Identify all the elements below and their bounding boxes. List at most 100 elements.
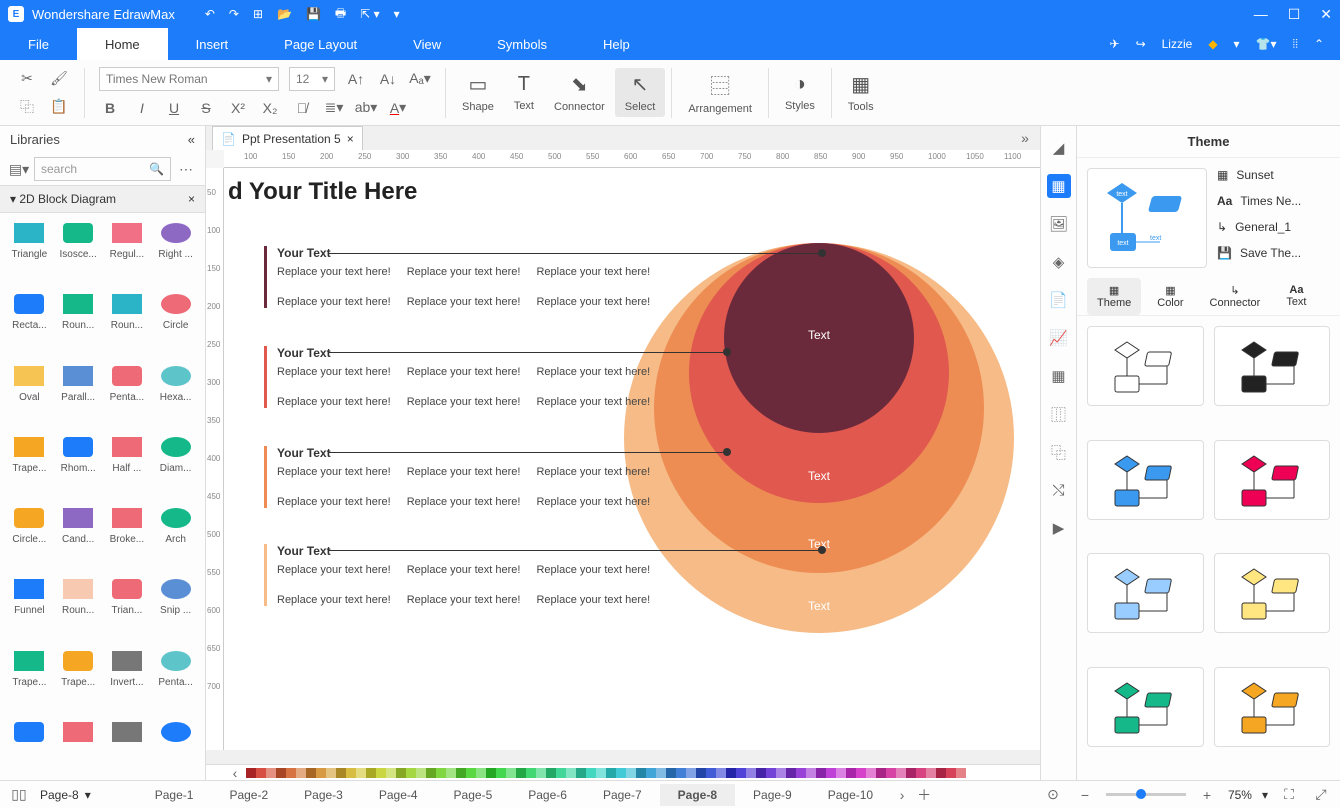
color-swatch[interactable]	[606, 768, 616, 778]
library-more-icon[interactable]: ⋯	[175, 158, 197, 180]
color-swatch[interactable]	[386, 768, 396, 778]
page-tab[interactable]: Page-6	[510, 784, 585, 806]
table-icon[interactable]: ▦	[1047, 364, 1071, 388]
tools-button[interactable]: ▦Tools	[838, 68, 884, 117]
color-swatch[interactable]	[436, 768, 446, 778]
shape-item[interactable]: Trape...	[55, 647, 102, 714]
menu-file[interactable]: File	[0, 28, 77, 60]
zoom-in-icon[interactable]: +	[1196, 784, 1218, 806]
minimize-button[interactable]: —	[1254, 6, 1268, 23]
change-case-icon[interactable]: Aₐ▾	[409, 68, 431, 90]
color-swatch[interactable]	[566, 768, 576, 778]
theme-option[interactable]	[1087, 553, 1204, 633]
expand-right-icon[interactable]: »	[1014, 127, 1036, 149]
maximize-button[interactable]: ☐	[1288, 6, 1301, 23]
color-swatch[interactable]	[366, 768, 376, 778]
collapse-libraries-icon[interactable]: «	[188, 132, 195, 147]
color-swatch[interactable]	[946, 768, 956, 778]
color-swatch[interactable]	[746, 768, 756, 778]
text-block[interactable]: Your Text Replace your text here!Replace…	[264, 544, 664, 606]
chart-icon[interactable]: 📈	[1047, 326, 1071, 350]
color-swatch[interactable]	[376, 768, 386, 778]
color-swatch[interactable]	[506, 768, 516, 778]
color-swatch[interactable]	[586, 768, 596, 778]
theme-tab-connector[interactable]: ↳Connector	[1200, 278, 1271, 315]
color-swatch[interactable]	[266, 768, 276, 778]
color-swatch[interactable]	[526, 768, 536, 778]
color-swatch[interactable]	[706, 768, 716, 778]
color-swatch[interactable]	[276, 768, 286, 778]
send-icon[interactable]: ✈	[1110, 37, 1120, 51]
save-icon[interactable]: 💾	[306, 7, 321, 21]
color-swatch[interactable]	[866, 768, 876, 778]
color-swatch[interactable]	[306, 768, 316, 778]
superscript-icon[interactable]: X²	[227, 97, 249, 119]
shape-item[interactable]: Oval	[6, 362, 53, 429]
shape-item[interactable]: Right ...	[152, 219, 199, 286]
theme-tab-color[interactable]: ▦Color	[1147, 278, 1193, 315]
library-search-input[interactable]: search 🔍	[34, 157, 171, 181]
shape-item[interactable]: Isosce...	[55, 219, 102, 286]
theme-option[interactable]	[1087, 440, 1204, 520]
shape-item[interactable]: Trian...	[104, 575, 151, 642]
shape-item[interactable]	[152, 718, 199, 774]
share-icon[interactable]: ↪	[1136, 37, 1146, 51]
color-swatch[interactable]	[856, 768, 866, 778]
undo-icon[interactable]: ↶	[205, 7, 215, 21]
color-swatch[interactable]	[956, 768, 966, 778]
print-icon[interactable]: 🖶	[335, 4, 346, 25]
color-swatch[interactable]	[286, 768, 296, 778]
library-category[interactable]: ▾ 2D Block Diagram ×	[0, 185, 205, 213]
shape-item[interactable]: Penta...	[152, 647, 199, 714]
page-tab[interactable]: Page-2	[211, 784, 286, 806]
circle-1[interactable]: Text	[724, 243, 914, 433]
shape-item[interactable]: Cand...	[55, 504, 102, 571]
color-swatch[interactable]	[806, 768, 816, 778]
shape-item[interactable]: Funnel	[6, 575, 53, 642]
new-icon[interactable]: ⊞	[253, 7, 263, 21]
text-block[interactable]: Your Text Replace your text here!Replace…	[264, 446, 664, 508]
theme-option[interactable]	[1087, 326, 1204, 406]
zoom-fit-icon[interactable]: ⊙	[1042, 784, 1064, 806]
page-tab[interactable]: Page-4	[361, 784, 436, 806]
color-swatch[interactable]	[636, 768, 646, 778]
clear-format-icon[interactable]: Ａ̸	[291, 97, 313, 119]
shape-item[interactable]: Snip ...	[152, 575, 199, 642]
color-swatch[interactable]	[906, 768, 916, 778]
color-swatch[interactable]	[886, 768, 896, 778]
color-swatch[interactable]	[516, 768, 526, 778]
color-swatch[interactable]	[816, 768, 826, 778]
font-name-select[interactable]: Times New Roman▾	[99, 67, 279, 91]
shuffle-icon[interactable]: ⤭	[1047, 478, 1071, 502]
color-swatch[interactable]	[456, 768, 466, 778]
shape-item[interactable]: Half ...	[104, 433, 151, 500]
color-swatch[interactable]	[686, 768, 696, 778]
theme-prop-save[interactable]: 💾Save The...	[1217, 246, 1330, 260]
menu-symbols[interactable]: Symbols	[469, 28, 575, 60]
color-swatch[interactable]	[426, 768, 436, 778]
search-icon[interactable]: 🔍	[149, 162, 164, 176]
layers-icon[interactable]: ◈	[1047, 250, 1071, 274]
present-icon[interactable]: ▶	[1047, 516, 1071, 540]
color-swatch[interactable]	[616, 768, 626, 778]
text-block[interactable]: Your Text Replace your text here!Replace…	[264, 346, 664, 408]
shape-item[interactable]: Rhom...	[55, 433, 102, 500]
color-swatch[interactable]	[466, 768, 476, 778]
color-swatch[interactable]	[396, 768, 406, 778]
color-swatch[interactable]	[246, 768, 256, 778]
color-swatch[interactable]	[786, 768, 796, 778]
color-swatch[interactable]	[476, 768, 486, 778]
page-tab[interactable]: Page-1	[137, 784, 212, 806]
data-icon[interactable]: ⿲	[1047, 402, 1071, 426]
color-swatch[interactable]	[656, 768, 666, 778]
bullets-icon[interactable]: ≣▾	[323, 97, 345, 119]
color-swatch[interactable]	[676, 768, 686, 778]
menu-page-layout[interactable]: Page Layout	[256, 28, 385, 60]
color-swatch[interactable]	[646, 768, 656, 778]
close-category-icon[interactable]: ×	[188, 192, 195, 206]
horizontal-scrollbar[interactable]	[206, 750, 1040, 764]
page-list-icon[interactable]: ▯▯	[8, 784, 30, 806]
shape-item[interactable]: Hexa...	[152, 362, 199, 429]
color-swatch[interactable]	[926, 768, 936, 778]
copy-icon[interactable]: ⿻	[16, 96, 38, 118]
